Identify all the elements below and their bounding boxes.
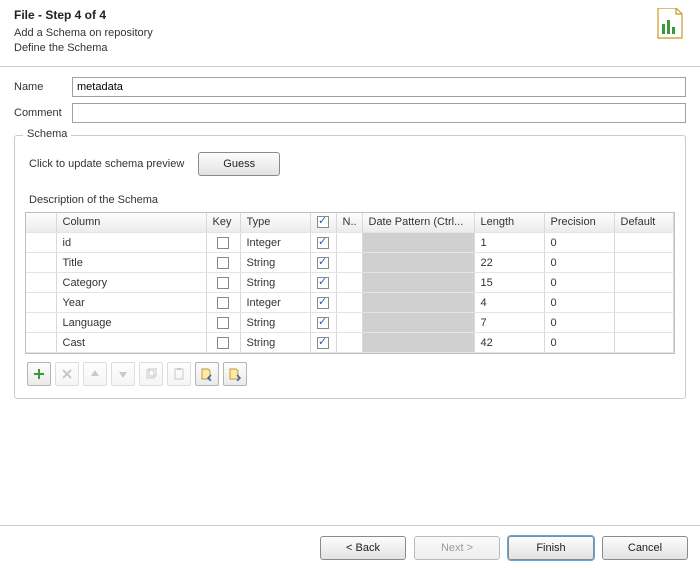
cell-date-pattern[interactable] [362, 293, 474, 313]
schema-table: Column Key Type N.. Date Pattern (Ctrl..… [25, 212, 675, 355]
cell-type[interactable]: String [240, 333, 310, 353]
name-input[interactable] [72, 77, 686, 97]
next-button[interactable]: Next > [414, 536, 500, 560]
cell-key[interactable] [206, 253, 240, 273]
cell-length[interactable]: 15 [474, 273, 544, 293]
add-row-button[interactable] [27, 362, 51, 386]
cell-type[interactable]: String [240, 273, 310, 293]
cell-type[interactable]: String [240, 253, 310, 273]
cell-precision[interactable]: 0 [544, 293, 614, 313]
cell-date-pattern[interactable] [362, 233, 474, 253]
import-schema-button[interactable] [195, 362, 219, 386]
cell-length[interactable]: 42 [474, 333, 544, 353]
cell-date-pattern[interactable] [362, 313, 474, 333]
cell-key[interactable] [206, 233, 240, 253]
paste-button[interactable] [167, 362, 191, 386]
th-date-pattern[interactable]: Date Pattern (Ctrl... [362, 213, 474, 233]
file-schema-icon [654, 8, 686, 40]
cell-key[interactable] [206, 293, 240, 313]
schema-fieldset: Schema Click to update schema preview Gu… [14, 135, 686, 400]
table-row[interactable]: Cast String 420 [26, 333, 674, 353]
back-button[interactable]: < Back [320, 536, 406, 560]
copy-button[interactable] [139, 362, 163, 386]
table-row[interactable]: Year Integer 40 [26, 293, 674, 313]
guess-button[interactable]: Guess [198, 152, 280, 176]
cell-column[interactable]: Cast [56, 333, 206, 353]
cell-length[interactable]: 1 [474, 233, 544, 253]
schema-legend: Schema [23, 128, 71, 140]
cell-n[interactable] [310, 333, 336, 353]
table-row[interactable]: id Integer 10 [26, 233, 674, 253]
cell-column[interactable]: Title [56, 253, 206, 273]
cell-type[interactable]: Integer [240, 233, 310, 253]
th-precision[interactable]: Precision [544, 213, 614, 233]
schema-toolbar [27, 362, 675, 386]
cell-n[interactable] [310, 313, 336, 333]
cell-n[interactable] [310, 233, 336, 253]
export-schema-button[interactable] [223, 362, 247, 386]
table-row[interactable]: Title String 220 [26, 253, 674, 273]
cell-n[interactable] [310, 253, 336, 273]
page-subtitle-1: Add a Schema on repository [14, 26, 153, 41]
th-key[interactable]: Key [206, 213, 240, 233]
th-n[interactable]: N.. [336, 213, 362, 233]
cell-default[interactable] [614, 333, 674, 353]
cell-type[interactable]: Integer [240, 293, 310, 313]
cell-column[interactable]: Year [56, 293, 206, 313]
cell-key[interactable] [206, 313, 240, 333]
move-down-button[interactable] [111, 362, 135, 386]
remove-row-button[interactable] [55, 362, 79, 386]
cell-column[interactable]: Category [56, 273, 206, 293]
th-length[interactable]: Length [474, 213, 544, 233]
cell-default[interactable] [614, 233, 674, 253]
comment-label: Comment [14, 107, 72, 119]
cell-precision[interactable]: 0 [544, 233, 614, 253]
cell-date-pattern[interactable] [362, 333, 474, 353]
table-row[interactable]: Category String 150 [26, 273, 674, 293]
name-label: Name [14, 81, 72, 93]
cell-column[interactable]: Language [56, 313, 206, 333]
cancel-button[interactable]: Cancel [602, 536, 688, 560]
cell-length[interactable]: 22 [474, 253, 544, 273]
cell-precision[interactable]: 0 [544, 333, 614, 353]
schema-desc-label: Description of the Schema [29, 194, 675, 206]
cell-type[interactable]: String [240, 313, 310, 333]
move-up-button[interactable] [83, 362, 107, 386]
th-default[interactable]: Default [614, 213, 674, 233]
finish-button[interactable]: Finish [508, 536, 594, 560]
cell-precision[interactable]: 0 [544, 253, 614, 273]
page-title: File - Step 4 of 4 [14, 8, 153, 22]
wizard-header: File - Step 4 of 4 Add a Schema on repos… [0, 0, 700, 67]
cell-length[interactable]: 7 [474, 313, 544, 333]
cell-column[interactable]: id [56, 233, 206, 253]
cell-default[interactable] [614, 273, 674, 293]
th-type[interactable]: Type [240, 213, 310, 233]
page-subtitle-2: Define the Schema [14, 41, 153, 56]
cell-default[interactable] [614, 253, 674, 273]
cell-date-pattern[interactable] [362, 253, 474, 273]
cell-n[interactable] [310, 273, 336, 293]
wizard-footer: < Back Next > Finish Cancel [0, 525, 700, 570]
th-n-checkbox[interactable] [310, 213, 336, 233]
cell-n[interactable] [310, 293, 336, 313]
cell-key[interactable] [206, 273, 240, 293]
cell-default[interactable] [614, 313, 674, 333]
cell-key[interactable] [206, 333, 240, 353]
cell-default[interactable] [614, 293, 674, 313]
cell-precision[interactable]: 0 [544, 313, 614, 333]
preview-text: Click to update schema preview [29, 158, 184, 170]
table-header-row: Column Key Type N.. Date Pattern (Ctrl..… [26, 213, 674, 233]
cell-precision[interactable]: 0 [544, 273, 614, 293]
th-column[interactable]: Column [56, 213, 206, 233]
cell-date-pattern[interactable] [362, 273, 474, 293]
cell-length[interactable]: 4 [474, 293, 544, 313]
table-row[interactable]: Language String 70 [26, 313, 674, 333]
comment-input[interactable] [72, 103, 686, 123]
